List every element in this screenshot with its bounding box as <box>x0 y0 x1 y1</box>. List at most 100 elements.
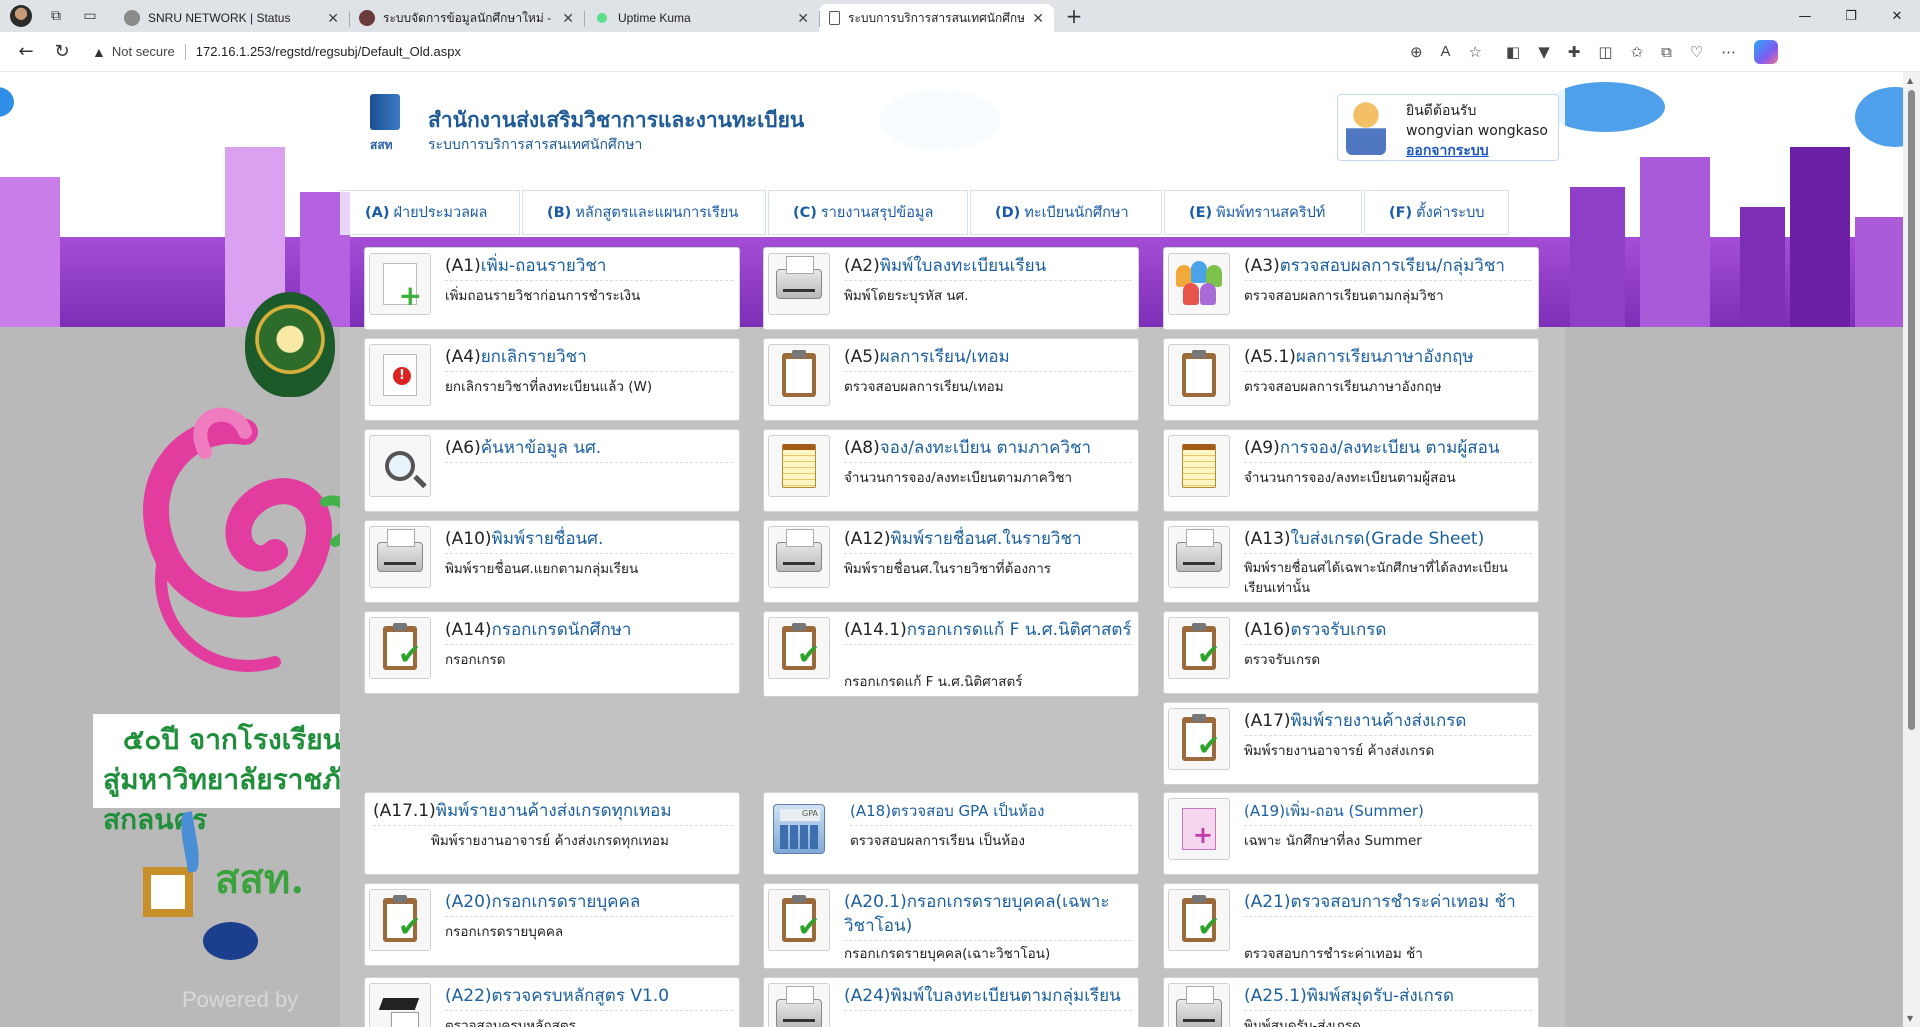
page-subtitle: ระบบการบริการสารสนเทศนักศึกษา <box>428 137 643 153</box>
collections-icon[interactable]: ⧉ <box>1661 43 1672 61</box>
clipboard-check-icon: ✔ <box>768 617 830 679</box>
gpa-calculator-icon <box>768 798 830 860</box>
book-logo-icon <box>370 94 400 130</box>
card-a17-1[interactable]: (A17.1)พิมพ์รายงานค้างส่งเกรดทุกเทอม พิม… <box>364 792 740 875</box>
window-controls: — ❐ ✕ <box>1782 0 1920 32</box>
magnifier-icon <box>369 435 431 497</box>
university-emblem-icon <box>245 292 335 397</box>
fifty-years-logo-icon <box>143 407 355 672</box>
card-a6[interactable]: (A6)ค้นหาข้อมูล นศ. <box>364 429 740 512</box>
warning-icon[interactable]: ▲ <box>92 44 106 60</box>
browser-tab-active[interactable]: ระบบการบริการสารสนเทศนักศึกษา :: ส ✕ <box>819 4 1054 32</box>
menu-item-d[interactable]: (D) ทะเบียนนักศึกษา <box>970 190 1162 235</box>
close-tab-icon[interactable]: ✕ <box>1032 10 1044 27</box>
extensions-puzzle-icon[interactable]: ✚ <box>1568 43 1581 61</box>
workspaces-icon[interactable]: ⧉ <box>46 6 66 26</box>
tab-favicon-icon <box>597 13 607 23</box>
scroll-down-icon[interactable]: ▼ <box>1907 1014 1913 1023</box>
browser-essentials-icon[interactable]: ♡ <box>1690 43 1703 61</box>
menu-item-f[interactable]: (F) ตั้งค่าระบบ <box>1364 190 1509 235</box>
card-a18[interactable]: (A18)ตรวจสอบ GPA เป็นห้อง ตรวจสอบผลการเร… <box>763 792 1139 875</box>
favorites-icon[interactable]: ✩ <box>1631 43 1644 61</box>
read-aloud-icon[interactable]: A <box>1441 43 1451 61</box>
card-a14[interactable]: ✔ (A14)กรอกเกรดนักศึกษา กรอกเกรด <box>364 611 740 694</box>
new-tab-button[interactable]: + <box>1060 2 1088 30</box>
site-header: สสท สำนักงานส่งเสริมวิชาการและงานทะเบียน… <box>340 82 1565 170</box>
card-a17[interactable]: ✔ (A17)พิมพ์รายงานค้างส่งเกรด พิมพ์รายงา… <box>1163 702 1539 785</box>
card-a5-1[interactable]: (A5.1)ผลการเรียนภาษาอังกฤษ ตรวจสอบผลการเ… <box>1163 338 1539 421</box>
url-text[interactable]: 172.16.1.253/regstd/regsubj/Default_Old.… <box>196 44 461 59</box>
close-tab-icon[interactable]: ✕ <box>562 10 574 27</box>
tab-actions-icon[interactable]: ▭ <box>80 6 100 26</box>
printer-icon <box>768 983 830 1027</box>
card-a12[interactable]: (A12)พิมพ์รายชื่อนศ.ในรายวิชา พิมพ์รายชื… <box>763 520 1139 603</box>
clipboard-icon <box>1168 344 1230 406</box>
browser-tab-1[interactable]: SNRU NETWORK | Status ✕ <box>114 4 349 32</box>
doc-add-icon <box>369 253 431 315</box>
card-a13[interactable]: (A13)ใบส่งเกรด(Grade Sheet) พิมพ์รายชื่อ… <box>1163 520 1539 603</box>
card-a4[interactable]: (A4)ยกเลิกรายวิชา ยกเลิกรายวิชาที่ลงทะเบ… <box>364 338 740 421</box>
more-menu-icon[interactable]: ⋯ <box>1721 43 1736 61</box>
close-tab-icon[interactable]: ✕ <box>327 10 339 27</box>
close-window-icon[interactable]: ✕ <box>1874 0 1920 32</box>
card-a19[interactable]: (A19)เพิ่ม-ถอน (Summer) เฉพาะ นักศึกษาที… <box>1163 792 1539 875</box>
card-a5[interactable]: (A5)ผลการเรียน/เทอม ตรวจสอบผลการเรียน/เท… <box>763 338 1139 421</box>
card-a20-1[interactable]: ✔ (A20.1)กรอกเกรดรายบุคคล(เฉพาะวิชาโอน) … <box>763 883 1139 969</box>
refresh-icon[interactable]: ↻ <box>44 36 80 68</box>
card-a16[interactable]: ✔ (A16)ตรวจรับเกรด ตรวจรับเกรด <box>1163 611 1539 694</box>
copilot-icon[interactable] <box>1754 39 1779 64</box>
user-name: wongvian wongkaso <box>1406 123 1548 139</box>
close-tab-icon[interactable]: ✕ <box>797 10 809 27</box>
clipboard-check-icon: ✔ <box>1168 708 1230 770</box>
page-title: สำนักงานส่งเสริมวิชาการและงานทะเบียน <box>428 108 805 132</box>
back-icon[interactable]: ← <box>8 36 44 68</box>
card-a14-1[interactable]: ✔ (A14.1)กรอกเกรดแก้ F น.ศ.นิติศาสตร์ กร… <box>763 611 1139 697</box>
card-a24[interactable]: (A24)พิมพ์ใบลงทะเบียนตามกลุ่มเรียน <box>763 977 1139 1027</box>
extension-icon[interactable]: ◧ <box>1506 43 1520 61</box>
zoom-icon[interactable]: ⊕ <box>1410 43 1423 61</box>
card-a10[interactable]: (A10)พิมพ์รายชื่อนศ. พิมพ์รายชื่อนศ.แยกต… <box>364 520 740 603</box>
logout-link[interactable]: ออกจากระบบ <box>1406 141 1548 161</box>
clipboard-check-icon: ✔ <box>768 889 830 951</box>
scrollbar-thumb[interactable] <box>1908 90 1915 730</box>
page-scrollbar[interactable]: ▲ ▼ <box>1903 72 1920 1027</box>
card-a25-1[interactable]: (A25.1)พิมพ์สมุดรับ-ส่งเกรด พิมพ์สมุดรับ… <box>1163 977 1539 1027</box>
card-a8[interactable]: (A8)จอง/ลงทะเบียน ตามภาควิชา จำนวนการจอง… <box>763 429 1139 512</box>
graduation-icon <box>369 983 431 1027</box>
favorite-star-icon[interactable]: ☆ <box>1469 43 1482 61</box>
split-screen-icon[interactable]: ◫ <box>1598 43 1612 61</box>
menu-item-c[interactable]: (C) รายงานสรุปข้อมูล <box>768 190 968 235</box>
profile-avatar[interactable] <box>10 5 32 27</box>
sskt-logo-text: สสท. <box>215 856 305 903</box>
welcome-label: ยินดีต้อนรับ <box>1406 103 1477 119</box>
menu-item-a[interactable]: (A) ฝ่ายประมวลผล <box>340 190 520 235</box>
card-a22[interactable]: (A22)ตรวจครบหลักสูตร V1.0 ตรวจสอบครบหลัก… <box>364 977 740 1027</box>
summer-doc-icon <box>1168 798 1230 860</box>
restore-icon[interactable]: ❐ <box>1828 0 1874 32</box>
browser-tab-strip: ⧉ ▭ SNRU NETWORK | Status ✕ ระบบจัดการข้… <box>0 0 1920 32</box>
notepad-icon <box>1168 435 1230 497</box>
card-a21[interactable]: ✔ (A21)ตรวจสอบการชำระค่าเทอม ช้า ตรวจสอบ… <box>1163 883 1539 969</box>
user-avatar-icon <box>1346 101 1386 155</box>
extension-2-icon[interactable]: ▼ <box>1538 43 1550 61</box>
clipboard-check-icon: ✔ <box>369 889 431 951</box>
card-a2[interactable]: (A2)พิมพ์ใบลงทะเบียนเรียน พิมพ์โดยระบุรห… <box>763 247 1139 330</box>
minimize-icon[interactable]: — <box>1782 0 1828 32</box>
browser-tab-3[interactable]: Uptime Kuma ✕ <box>584 4 819 32</box>
clipboard-check-icon: ✔ <box>369 617 431 679</box>
not-secure-label[interactable]: Not secure <box>112 44 175 59</box>
card-a9[interactable]: (A9)การจอง/ลงทะเบียน ตามผู้สอน จำนวนการจ… <box>1163 429 1539 512</box>
tab-title: Uptime Kuma <box>618 11 691 25</box>
card-a20[interactable]: ✔ (A20)กรอกเกรดรายบุคคล กรอกเกรดรายบุคคล <box>364 883 740 966</box>
url-field[interactable]: ▲ Not secure 172.16.1.253/regstd/regsubj… <box>92 37 1492 67</box>
scroll-up-icon[interactable]: ▲ <box>1907 76 1913 85</box>
tab-title: ระบบจัดการข้อมูลนักศึกษาใหม่ - หน้าห <box>383 10 554 25</box>
printer-icon <box>369 526 431 588</box>
browser-tab-2[interactable]: ระบบจัดการข้อมูลนักศึกษาใหม่ - หน้าห ✕ <box>349 4 584 32</box>
card-a1[interactable]: (A1)เพิ่ม-ถอนรายวิชา เพิ่มถอนรายวิชาก่อน… <box>364 247 740 330</box>
menu-item-b[interactable]: (B) หลักสูตรและแผนการเรียน <box>522 190 766 235</box>
clipboard-icon <box>768 344 830 406</box>
card-a3[interactable]: (A3)ตรวจสอบผลการเรียน/กลุ่มวิชา ตรวจสอบผ… <box>1163 247 1539 330</box>
menu-item-e[interactable]: (E) พิมพ์ทรานสคริปท์ <box>1164 190 1362 235</box>
tab-favicon-icon <box>359 10 375 26</box>
